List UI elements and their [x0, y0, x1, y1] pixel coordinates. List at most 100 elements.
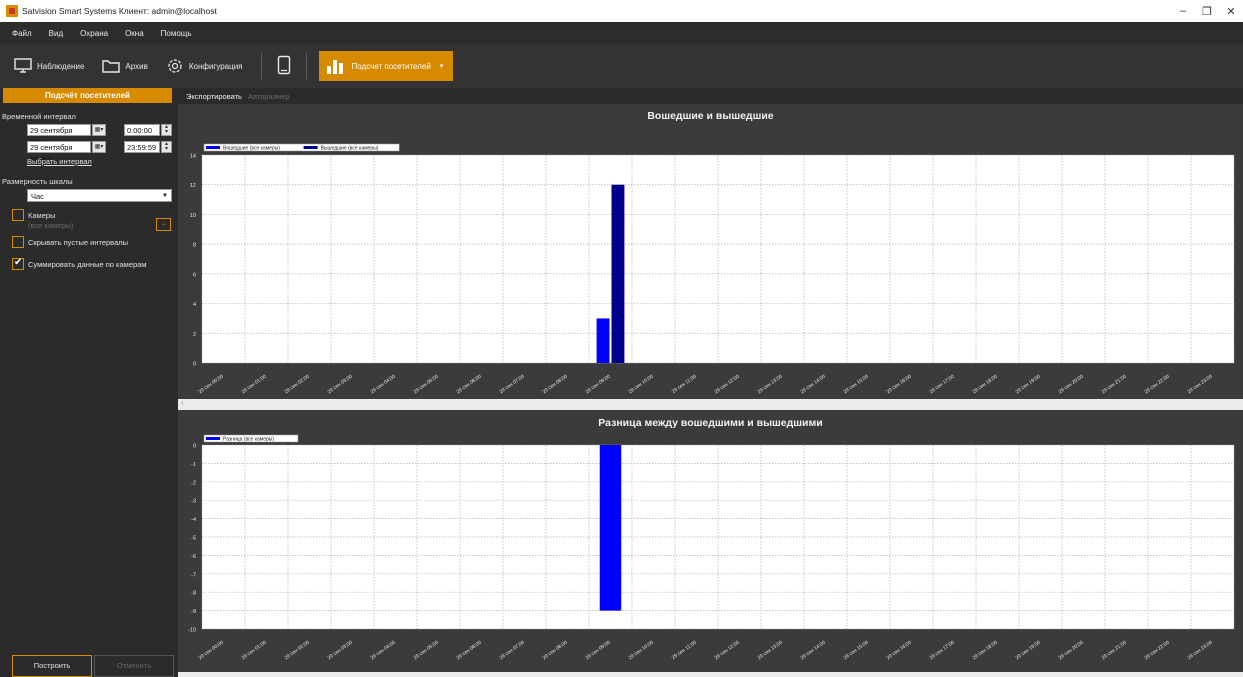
chart-difference: 0 -1 -2 -3 -4 -5 -6 -7 -8 -9 -1029 сен 00:00 29 сен…	[188, 434, 1235, 662]
legend-swatch	[206, 146, 220, 149]
x-tick-label: 29 сен 22:00	[1144, 640, 1171, 662]
chart-in-out-panel: Вошедшие и вышедшие 0 2 4 6 8 10 12 14 29 сен 00…	[178, 105, 1243, 398]
cameras-select-button[interactable]: ⌄	[156, 218, 171, 231]
chevron-down-icon[interactable]: ▾	[440, 62, 444, 70]
x-tick-label: 29 сен 04:00	[370, 640, 397, 662]
x-tick-label: 29 сен 05:00	[413, 640, 440, 662]
x-tick-label: 29 сен 13:00	[757, 374, 784, 396]
visitor-count-tab[interactable]: Подсчет посетителей ▾	[318, 51, 454, 81]
chart-in-out: 0 2 4 6 8 10 12 14 29 сен 00:00 29 сен 01:00 29 се…	[190, 143, 1235, 396]
horizontal-scrollbar[interactable]	[178, 672, 1243, 677]
end-time-field[interactable]: 23:59:59	[124, 141, 160, 153]
build-button[interactable]: Построить	[12, 655, 92, 677]
x-tick-label: 29 сен 03:00	[327, 374, 354, 396]
x-tick-label: 29 сен 19:00	[1015, 640, 1042, 662]
menu-windows[interactable]: Окна	[125, 29, 144, 38]
x-tick-label: 29 сен 19:00	[1015, 374, 1042, 396]
export-button[interactable]: Экспортировать	[186, 92, 242, 101]
chevron-left-icon[interactable]: ‹	[181, 398, 184, 407]
x-tick-label: 29 сен 20:00	[1058, 374, 1085, 396]
window-title: Satvision Smart Systems Клиент: admin@lo…	[22, 6, 217, 16]
x-tick-label: 29 сен 18:00	[972, 374, 999, 396]
y-tick-label: -8	[191, 591, 196, 597]
cameras-checkbox[interactable]	[12, 209, 24, 221]
y-tick-label: 2	[193, 332, 196, 338]
x-tick-label: 29 сен 09:00	[585, 640, 612, 662]
x-tick-label: 29 сен 04:00	[370, 374, 397, 396]
calendar-icon[interactable]: ▦▾	[92, 141, 106, 153]
left-panel: Подсчёт посетителей Временной интервал 2…	[0, 88, 176, 677]
y-tick-label: -4	[191, 517, 196, 523]
gear-icon	[166, 57, 184, 75]
x-tick-label: 29 сен 03:00	[327, 640, 354, 662]
end-time-spinner[interactable]: ▴ ▾	[161, 141, 172, 153]
layout-button[interactable]	[274, 51, 294, 81]
close-button[interactable]: ✕	[1219, 0, 1243, 22]
x-tick-label: 29 сен 11:00	[671, 374, 698, 395]
x-tick-label: 29 сен 18:00	[972, 640, 999, 662]
legend-label: Вышедшие (все камеры)	[321, 146, 379, 152]
scale-select[interactable]: Час ▼	[27, 189, 172, 202]
menu-bar: Файл Вид Охрана Окна Помощь	[0, 22, 1243, 44]
hide-empty-checkbox[interactable]	[12, 236, 24, 248]
app-logo-icon	[6, 5, 18, 17]
legend: Вошедшие (все камеры) Вышедшие (все камер…	[203, 143, 400, 152]
cameras-sublabel: (все камеры)	[28, 221, 74, 230]
x-tick-label: 29 сен 07:00	[499, 374, 526, 396]
menu-security[interactable]: Охрана	[80, 29, 108, 38]
x-tick-label: 29 сен 12:00	[714, 640, 741, 662]
maximize-button[interactable]: ❐	[1195, 0, 1219, 22]
x-tick-label: 29 сен 16:00	[886, 374, 913, 396]
cameras-label: Камеры	[28, 211, 56, 220]
x-tick-label: 29 сен 16:00	[886, 640, 913, 662]
y-tick-label: -7	[191, 572, 196, 578]
config-button[interactable]: Конфигурация	[166, 51, 243, 81]
start-date-field[interactable]: 29 сентября 2021 г.	[27, 124, 91, 147]
bar	[599, 445, 622, 611]
y-tick-label: 0	[193, 444, 196, 450]
x-tick-label: 29 сен 05:00	[413, 374, 440, 396]
observation-button[interactable]: Наблюдение	[14, 51, 84, 81]
x-tick-label: 29 сен 07:00	[499, 640, 526, 662]
menu-help[interactable]: Помощь	[161, 29, 192, 38]
tablet-icon	[277, 55, 291, 77]
x-tick-label: 29 сен 13:00	[757, 640, 784, 662]
x-tick-label: 29 сен 21:00	[1101, 374, 1128, 396]
autosize-button[interactable]: Авторазмер	[248, 92, 290, 101]
scale-value: Час	[31, 192, 44, 201]
menu-file[interactable]: Файл	[12, 29, 32, 38]
start-time-spinner[interactable]: ▴ ▾	[161, 124, 172, 136]
cancel-button[interactable]: Отменить	[94, 655, 174, 677]
sum-cameras-checkbox[interactable]	[12, 257, 24, 270]
horizontal-scrollbar[interactable]: ‹	[178, 398, 1243, 410]
x-tick-label: 29 сен 06:00	[456, 374, 483, 396]
report-area: Экспортировать Авторазмер Вошедшие и выш…	[178, 88, 1243, 677]
time-interval-label: Временной интервал	[2, 112, 76, 121]
menu-view[interactable]: Вид	[49, 29, 63, 38]
legend-label: Вошедшие (все камеры)	[223, 146, 280, 152]
calendar-icon[interactable]: ▦▾	[92, 124, 106, 136]
x-tick-label: 29 сен 11:00	[671, 640, 698, 661]
choose-interval-link[interactable]: Выбрать интервал	[27, 157, 92, 166]
main-toolbar: Наблюдение Архив Конфигурация Подсчет по…	[0, 44, 1243, 88]
chart-diff-panel: Разница между вошедшими и вышедшими 0 -1-…	[178, 410, 1243, 672]
x-tick-label: 29 сен 21:00	[1101, 640, 1128, 662]
visitor-count-label: Подсчет посетителей	[351, 61, 431, 71]
y-tick-label: -5	[191, 536, 196, 542]
y-tick-label: -9	[191, 609, 196, 615]
hide-empty-label: Скрывать пустые интервалы	[28, 238, 129, 247]
x-tick-label: 29 сен 23:00	[1187, 640, 1214, 662]
x-tick-label: 29 сен 17:00	[929, 640, 956, 662]
window-controls: – ❐ ✕	[1171, 0, 1243, 22]
toolbar-divider	[260, 53, 262, 79]
scale-label: Размерность шкалы	[2, 177, 73, 186]
end-date-field[interactable]: 29 сентября 2021 г.	[27, 141, 91, 164]
start-time-field[interactable]: 0:00:00	[124, 124, 160, 136]
minimize-button[interactable]: –	[1171, 0, 1195, 22]
legend: Разница (все камеры)	[203, 434, 299, 443]
x-tick-label: 29 сен 08:00	[542, 374, 569, 396]
legend-swatch	[206, 437, 220, 440]
archive-label: Архив	[125, 61, 148, 71]
archive-button[interactable]: Архив	[102, 51, 148, 81]
y-tick-label: 14	[190, 154, 196, 160]
